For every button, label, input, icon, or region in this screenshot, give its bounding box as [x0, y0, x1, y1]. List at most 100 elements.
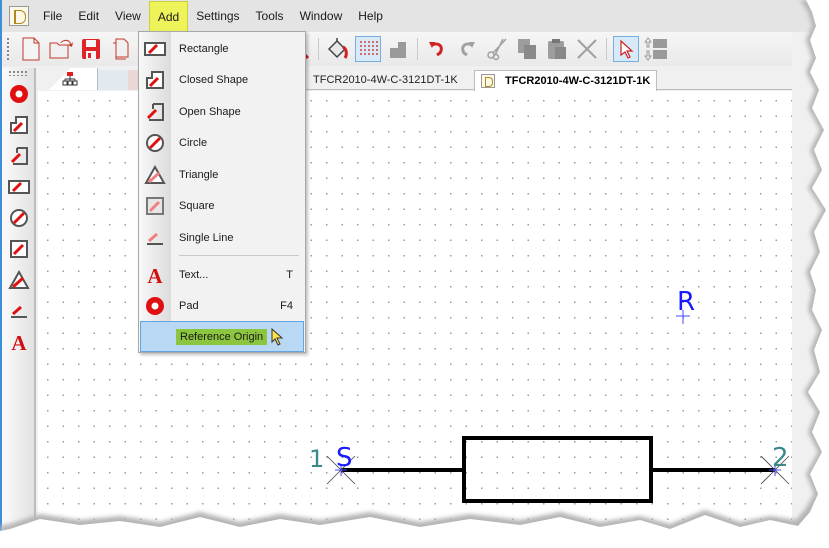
text-icon: A: [147, 265, 163, 285]
menu-add[interactable]: Add: [148, 1, 189, 32]
toolbar-separator: [318, 38, 319, 60]
tool-open-shape[interactable]: [2, 140, 36, 171]
menu-item-label: Square: [179, 199, 215, 212]
new-document-button[interactable]: [18, 36, 44, 62]
closed-shape-icon: [10, 115, 28, 134]
snap-icon: [390, 42, 406, 58]
menu-item-label: Reference Origin: [176, 328, 268, 345]
copy-icon: [518, 39, 536, 59]
menu-item-circle[interactable]: Circle: [139, 127, 305, 158]
menu-edit[interactable]: Edit: [70, 1, 107, 31]
menu-bar: File Edit View Add Settings Tools Window…: [2, 0, 829, 32]
hierarchy-icon: [62, 72, 78, 86]
tool-single-line[interactable]: [2, 295, 36, 326]
copy-button[interactable]: [514, 36, 540, 62]
menu-window[interactable]: Window: [292, 1, 351, 31]
delete-button[interactable]: [574, 36, 600, 62]
square-icon: [146, 196, 164, 215]
menu-item-rectangle[interactable]: Rectangle: [139, 33, 305, 64]
menu-item-label: Single Line: [179, 231, 234, 244]
menu-tools[interactable]: Tools: [248, 1, 292, 31]
tool-rectangle[interactable]: [2, 171, 36, 202]
schematic-doc-icon: [481, 74, 495, 88]
tool-closed-shape[interactable]: [2, 109, 36, 140]
tool-text[interactable]: A: [2, 326, 36, 357]
new-document-icon: [22, 37, 40, 61]
toolbox-grip[interactable]: [8, 70, 28, 76]
tool-circle[interactable]: [2, 202, 36, 233]
paste-icon: [548, 39, 566, 59]
toolbar-separator: [606, 38, 607, 60]
menu-item-single-line[interactable]: Single Line: [139, 222, 305, 253]
open-shape-icon: [10, 146, 28, 165]
select-arrow-icon: [620, 39, 634, 59]
fill-button[interactable]: [325, 36, 351, 62]
menu-item-reference-origin[interactable]: Reference Origin: [140, 321, 304, 352]
tab-faded: [98, 70, 128, 90]
save-button[interactable]: [78, 36, 104, 62]
tab-active-label: TFCR2010-4W-C-3121DT-1K: [505, 75, 651, 87]
text-icon: A: [11, 332, 27, 352]
rectangle-icon: [144, 41, 166, 56]
square-icon: [10, 239, 28, 258]
copy-document-icon: [113, 38, 129, 60]
menu-item-text[interactable]: A Text... T: [139, 259, 305, 290]
redo-button[interactable]: [454, 36, 480, 62]
open-shape-icon: [146, 102, 164, 121]
app-icon[interactable]: [9, 6, 29, 26]
menu-item-shortcut: T: [286, 268, 293, 281]
menu-item-closed-shape[interactable]: Closed Shape: [139, 64, 305, 95]
rectangle-icon: [8, 179, 30, 194]
menu-item-label: Open Shape: [179, 105, 241, 118]
select-button[interactable]: [613, 36, 639, 62]
menu-file[interactable]: File: [35, 1, 70, 31]
tool-triangle[interactable]: [2, 264, 36, 295]
tool-square[interactable]: [2, 233, 36, 264]
menu-item-pad[interactable]: Pad F4: [139, 290, 305, 321]
undo-icon: [429, 42, 443, 57]
grid-icon: [360, 41, 378, 55]
tab-inactive[interactable]: TFCR2010-4W-C-3121DT-1K: [304, 70, 464, 90]
menu-help[interactable]: Help: [350, 1, 391, 31]
single-line-icon: [147, 232, 163, 245]
mouse-cursor-icon: [271, 327, 284, 346]
open-button[interactable]: [48, 36, 74, 62]
single-line-icon: [11, 305, 27, 318]
pad-icon: [146, 296, 164, 315]
window-border: [0, 0, 2, 548]
order-button[interactable]: [643, 36, 669, 62]
menu-item-label: Rectangle: [179, 42, 229, 55]
tab-hierarchy[interactable]: [38, 68, 98, 90]
snap-button[interactable]: [385, 36, 411, 62]
drawing-toolbox: A: [2, 68, 36, 538]
closed-shape-icon: [146, 70, 164, 89]
circle-icon: [146, 133, 164, 152]
menu-item-label: Text...: [179, 268, 209, 281]
menu-item-label: Closed Shape: [179, 73, 249, 86]
redo-icon: [461, 42, 475, 57]
application-window: File Edit View Add Settings Tools Window…: [0, 0, 829, 548]
menu-separator: [179, 255, 299, 256]
triangle-icon: [8, 269, 30, 289]
cut-button[interactable]: [484, 36, 510, 62]
menu-item-triangle[interactable]: Triangle: [139, 159, 305, 190]
svg-text:A: A: [11, 332, 27, 352]
menu-item-open-shape[interactable]: Open Shape: [139, 96, 305, 127]
tab-active[interactable]: TFCR2010-4W-C-3121DT-1K: [474, 70, 658, 91]
tool-pad[interactable]: [2, 78, 36, 109]
pad-icon: [10, 84, 28, 103]
toolbar-grip[interactable]: [6, 37, 10, 61]
menu-view[interactable]: View: [107, 1, 149, 31]
bring-forward-icon: [644, 37, 667, 61]
triangle-icon: [144, 164, 166, 184]
svg-text:A: A: [147, 265, 163, 285]
paste-button[interactable]: [544, 36, 570, 62]
grid-toggle-button[interactable]: [355, 36, 381, 62]
main-toolbar: [2, 32, 792, 66]
undo-button[interactable]: [424, 36, 450, 62]
save-icon: [82, 39, 100, 59]
menu-settings[interactable]: Settings: [188, 1, 247, 31]
menu-item-square[interactable]: Square: [139, 190, 305, 221]
menu-item-shortcut: F4: [280, 299, 293, 312]
copy-document-button[interactable]: [108, 36, 134, 62]
